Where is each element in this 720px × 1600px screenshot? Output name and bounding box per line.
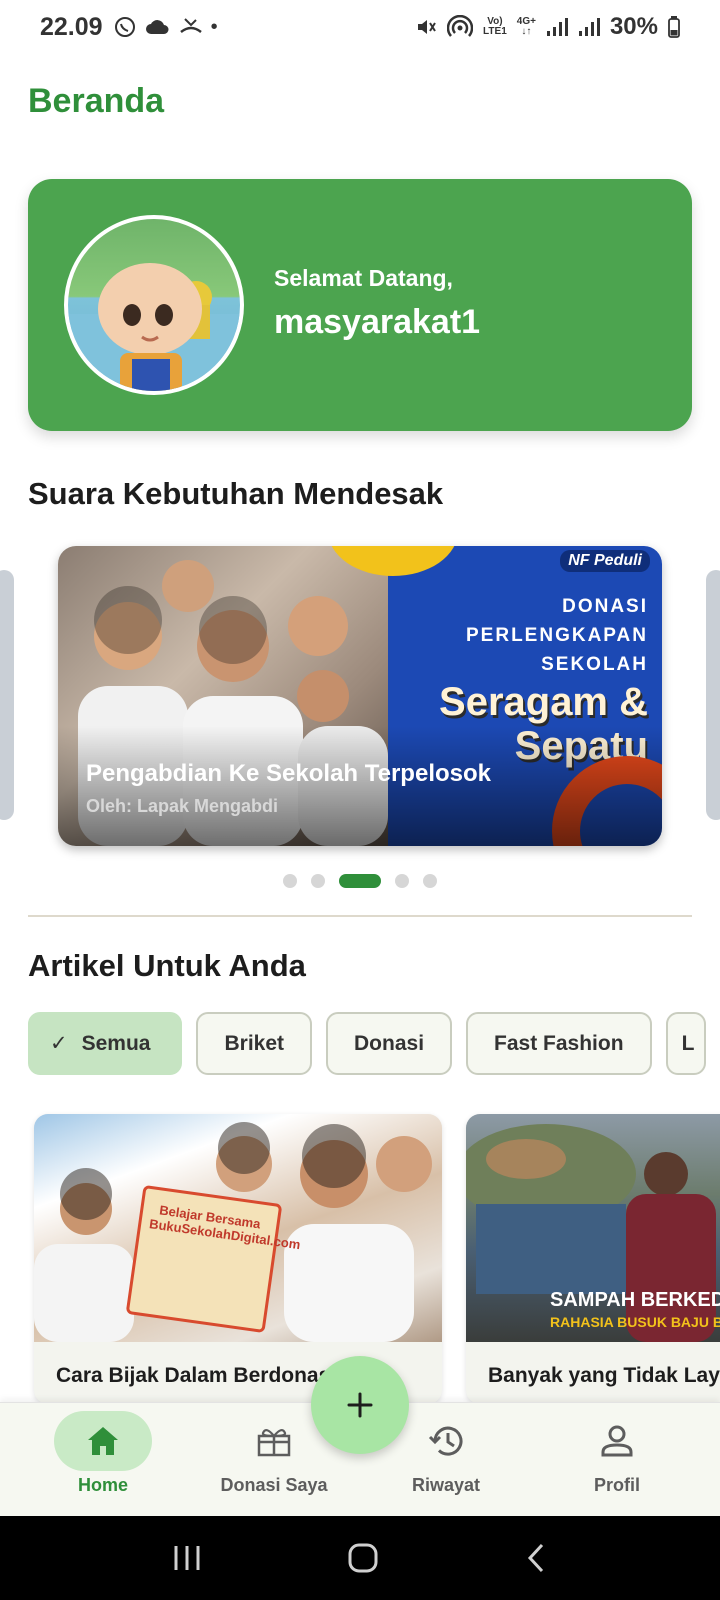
status-notification-icons: • [113,15,218,39]
person-icon [601,1425,633,1457]
nav-label: Home [77,1475,128,1495]
gift-icon [257,1429,291,1457]
network-type-indicator: 4G+ ↓↑ [516,16,536,37]
status-bar: 22.09 • Vo) LTE1 4G+ ↓↑ 30% [0,0,720,54]
chip-label: Fast Fashion [494,1031,624,1055]
whatsapp-icon [114,17,135,37]
image-caption: SAMPAH BERKEDOK [550,1289,720,1311]
nav-label: Profil [593,1475,640,1495]
nav-home[interactable]: Home [17,1411,189,1511]
add-donation-button[interactable] [311,1356,409,1454]
welcome-card: Selamat Datang, masyarakat1 [28,179,692,431]
poster-logo: NF Peduli [560,550,650,572]
campaign-author: Oleh: Lapak Mengabdi [86,796,279,816]
nav-label: Donasi Saya [220,1475,328,1495]
image-subcaption: RAHASIA BUSUK BAJU BEKAS [550,1314,720,1330]
article-image: SAMPAH BERKEDOK RAHASIA BUSUK BAJU BEKAS [466,1114,720,1342]
campaign-title: Pengabdian Ke Sekolah Terpelosok [86,760,491,787]
chip-label: Donasi [354,1031,425,1055]
avatar[interactable] [64,215,244,395]
cloud-icon [145,20,169,34]
chip-semua[interactable]: ✓ Semua [28,1012,183,1075]
nav-pill [397,1411,495,1471]
carousel-dot[interactable] [423,874,437,888]
article-title: Cara Bijak Dalam Berdonasi [56,1364,337,1387]
battery-icon [668,16,680,38]
system-navigation-bar [0,1516,720,1600]
carousel-dot[interactable] [311,874,325,888]
avatar-illustration [68,263,240,391]
back-icon[interactable] [524,1542,548,1574]
urgent-section-title: Suara Kebutuhan Mendesak [28,476,444,511]
chip-partial[interactable]: L [665,1012,706,1075]
nav-pill [225,1411,323,1471]
welcome-username: masyarakat1 [274,303,481,341]
signal-icon [578,18,600,36]
nav-pill [568,1411,666,1471]
missed-call-icon [179,18,202,34]
home-button-icon[interactable] [347,1542,379,1574]
carousel-indicator [0,874,720,888]
carousel-prev-card[interactable] [0,570,14,820]
hotspot-icon [447,15,474,37]
battery-percentage: 30% [609,13,658,40]
recent-apps-icon[interactable] [172,1543,202,1573]
status-time: 22.09 [40,12,103,41]
chip-label: L [681,1031,695,1055]
home-icon [88,1427,118,1455]
carousel-dot[interactable] [283,874,297,888]
chip-fast-fashion[interactable]: Fast Fashion [466,1012,652,1075]
volte-indicator: Vo) LTE1 [483,16,507,37]
chip-briket[interactable]: Briket [196,1012,313,1075]
welcome-greeting: Selamat Datang, [274,265,453,291]
chip-label: Briket [224,1031,285,1055]
mute-icon [418,20,436,34]
urgent-campaign-card[interactable]: NF Peduli DONASI PERLENGKAPAN SEKOLAH Se… [58,546,662,846]
plus-icon [347,1392,373,1418]
dot-icon: • [210,15,218,38]
nav-label: Riwayat [411,1475,481,1495]
poster-subtitle: DONASI PERLENGKAPAN SEKOLAH [466,596,648,675]
chip-donasi[interactable]: Donasi [326,1012,453,1075]
chip-label: Semua [81,1031,151,1055]
signal-icon [546,18,568,36]
carousel-next-card[interactable] [706,570,720,820]
page-title: Beranda [28,82,165,120]
nav-profil[interactable]: Profil [531,1411,703,1511]
nav-pill [54,1411,152,1471]
article-title: Banyak yang Tidak Layak [488,1364,720,1387]
book-sign: Belajar Bersama BukuSekolahDigital.com [125,1184,301,1334]
section-divider [28,915,692,917]
article-image: Belajar Bersama BukuSekolahDigital.com [34,1114,442,1342]
carousel-dot-active[interactable] [339,874,381,888]
article-filter-chips: ✓ Semua Briket Donasi Fast Fashion L [28,1012,706,1075]
status-system-icons: Vo) LTE1 4G+ ↓↑ 30% [415,13,680,41]
carousel-dot[interactable] [395,874,409,888]
article-card[interactable]: SAMPAH BERKEDOK RAHASIA BUSUK BAJU BEKAS… [466,1114,720,1404]
articles-section-title: Artikel Untuk Anda [28,948,306,983]
history-icon [428,1426,463,1456]
check-icon: ✓ [50,1032,68,1055]
